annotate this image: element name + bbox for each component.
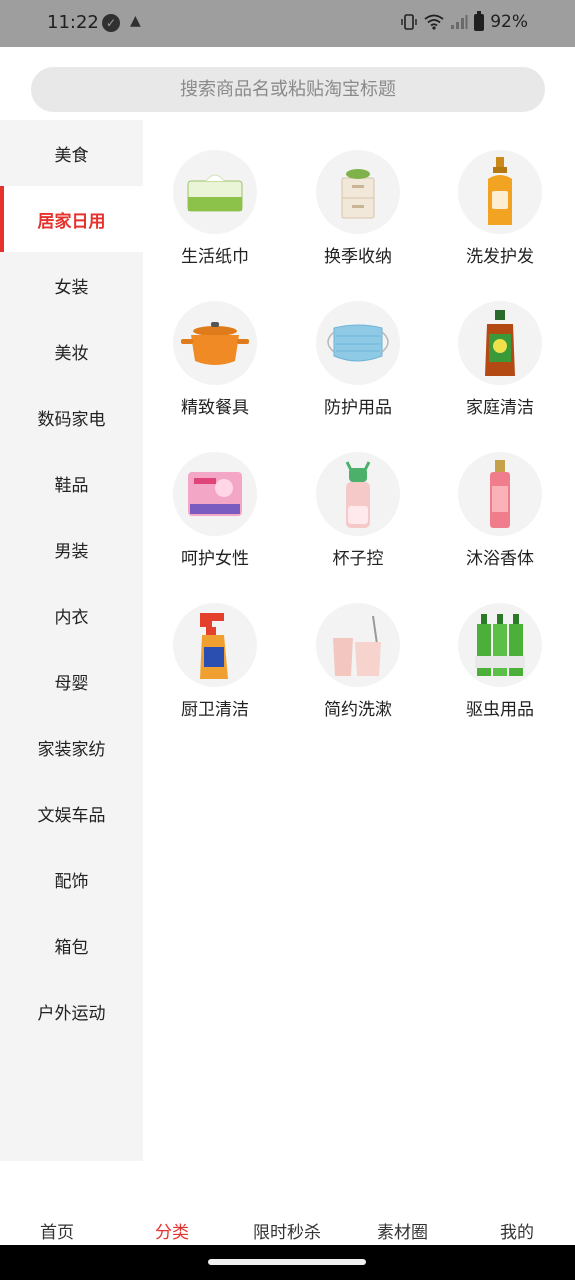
wifi-icon (424, 14, 444, 30)
sidebar-item-label: 母婴 (54, 673, 89, 694)
sidebar-item-label: 美食 (54, 145, 89, 166)
sidebar-item-electronics[interactable]: 数码家电 (0, 384, 143, 450)
vibrate-icon (401, 14, 417, 30)
sidebar-item-label: 配饰 (54, 871, 89, 892)
sidebar-item-food[interactable]: 美食 (0, 120, 143, 186)
category-kitchen-bath-cleaning[interactable]: 厨卫清洁 (145, 603, 285, 743)
category-label: 呵护女性 (181, 549, 249, 569)
sidebar-item-label: 鞋品 (54, 475, 89, 496)
category-home-cleaning[interactable]: 家庭清洁 (430, 301, 570, 441)
storage-drawer-icon (316, 150, 400, 234)
repellent-bottles-icon (458, 603, 542, 687)
sidebar-item-label: 数码家电 (37, 409, 106, 430)
bottom-nav: 首页 分类 限时秒杀 素材圈 我的 (0, 1198, 575, 1245)
nav-materials[interactable]: 素材圈 (377, 1218, 428, 1243)
nav-home[interactable]: 首页 (40, 1218, 74, 1243)
sidebar-item-beauty[interactable]: 美妆 (0, 318, 143, 384)
sidebar-item-label: 文娱车品 (37, 805, 106, 826)
category-hair-care[interactable]: 洗发护发 (430, 150, 570, 290)
sidebar-item-label: 女装 (54, 277, 89, 298)
sidebar-item-shoes[interactable]: 鞋品 (0, 450, 143, 516)
sidebar-item-label: 居家日用 (37, 211, 106, 232)
nav-profile[interactable]: 我的 (500, 1218, 534, 1243)
tissue-box-icon (173, 150, 257, 234)
sidebar-item-label: 家装家纺 (37, 739, 106, 760)
category-label: 沐浴香体 (466, 549, 534, 569)
category-toiletries[interactable]: 简约洗漱 (288, 603, 428, 743)
category-body-fragrance[interactable]: 沐浴香体 (430, 452, 570, 592)
category-feminine-care[interactable]: 呵护女性 (145, 452, 285, 592)
category-label: 换季收纳 (324, 247, 392, 267)
check-circle-icon: ✓ (102, 14, 120, 32)
status-right: 92% (400, 10, 528, 32)
home-gesture-handle[interactable] (208, 1259, 366, 1265)
category-cups[interactable]: 杯子控 (288, 452, 428, 592)
sidebar-item-home-daily[interactable]: 居家日用 (0, 186, 143, 252)
search-input[interactable] (31, 67, 545, 112)
sidebar-item-mens-wear[interactable]: 男装 (0, 516, 143, 582)
sidebar-item-label: 户外运动 (37, 1003, 106, 1024)
sidebar-item-underwear[interactable]: 内衣 (0, 582, 143, 648)
category-insect-repellent[interactable]: 驱虫用品 (430, 603, 570, 743)
category-label: 驱虫用品 (466, 700, 534, 720)
category-storage[interactable]: 换季收纳 (288, 150, 428, 290)
face-mask-icon (316, 301, 400, 385)
sidebar-item-label: 内衣 (54, 607, 89, 628)
sidebar-item-home-textiles[interactable]: 家装家纺 (0, 714, 143, 780)
sidebar-item-label: 美妆 (54, 343, 89, 364)
water-bottle-icon (316, 452, 400, 536)
warning-icon: ▲ (130, 13, 141, 29)
battery-percent: 92% (490, 12, 528, 32)
body-mist-icon (458, 452, 542, 536)
category-label: 简约洗漱 (324, 700, 392, 720)
status-time: 11:22 (47, 12, 99, 33)
category-tableware[interactable]: 精致餐具 (145, 301, 285, 441)
toothbrush-cup-icon (316, 603, 400, 687)
shampoo-bottle-icon (458, 150, 542, 234)
sidebar-item-label: 男装 (54, 541, 89, 562)
sanitary-pad-icon (173, 452, 257, 536)
category-sidebar: 美食 居家日用 女装 美妆 数码家电 鞋品 男装 内衣 母婴 家装家纺 文娱车品… (0, 120, 143, 1161)
search-bar (31, 67, 545, 112)
category-label: 家庭清洁 (466, 398, 534, 418)
sidebar-item-outdoor[interactable]: 户外运动 (0, 978, 143, 1044)
battery-icon (474, 10, 485, 31)
category-label: 杯子控 (332, 549, 384, 569)
category-tissues[interactable]: 生活纸巾 (145, 150, 285, 290)
status-bar: 11:22 ✓ ▲ 92% (0, 0, 575, 47)
category-label: 生活纸巾 (181, 247, 249, 267)
category-label: 洗发护发 (466, 247, 534, 267)
signal-icon (451, 15, 468, 29)
sidebar-item-bags[interactable]: 箱包 (0, 912, 143, 978)
category-label: 厨卫清洁 (181, 700, 249, 720)
nav-flash-sale[interactable]: 限时秒杀 (253, 1218, 321, 1243)
nav-category[interactable]: 分类 (155, 1218, 189, 1243)
sidebar-item-entertainment-car[interactable]: 文娱车品 (0, 780, 143, 846)
cooking-pot-icon (173, 301, 257, 385)
category-label: 防护用品 (324, 398, 392, 418)
category-protection[interactable]: 防护用品 (288, 301, 428, 441)
sidebar-item-womens-wear[interactable]: 女装 (0, 252, 143, 318)
sidebar-item-label: 箱包 (54, 937, 89, 958)
sidebar-item-accessories[interactable]: 配饰 (0, 846, 143, 912)
disinfectant-bottle-icon (458, 301, 542, 385)
sidebar-item-baby[interactable]: 母婴 (0, 648, 143, 714)
spray-cleaner-icon (173, 603, 257, 687)
category-label: 精致餐具 (181, 398, 249, 418)
